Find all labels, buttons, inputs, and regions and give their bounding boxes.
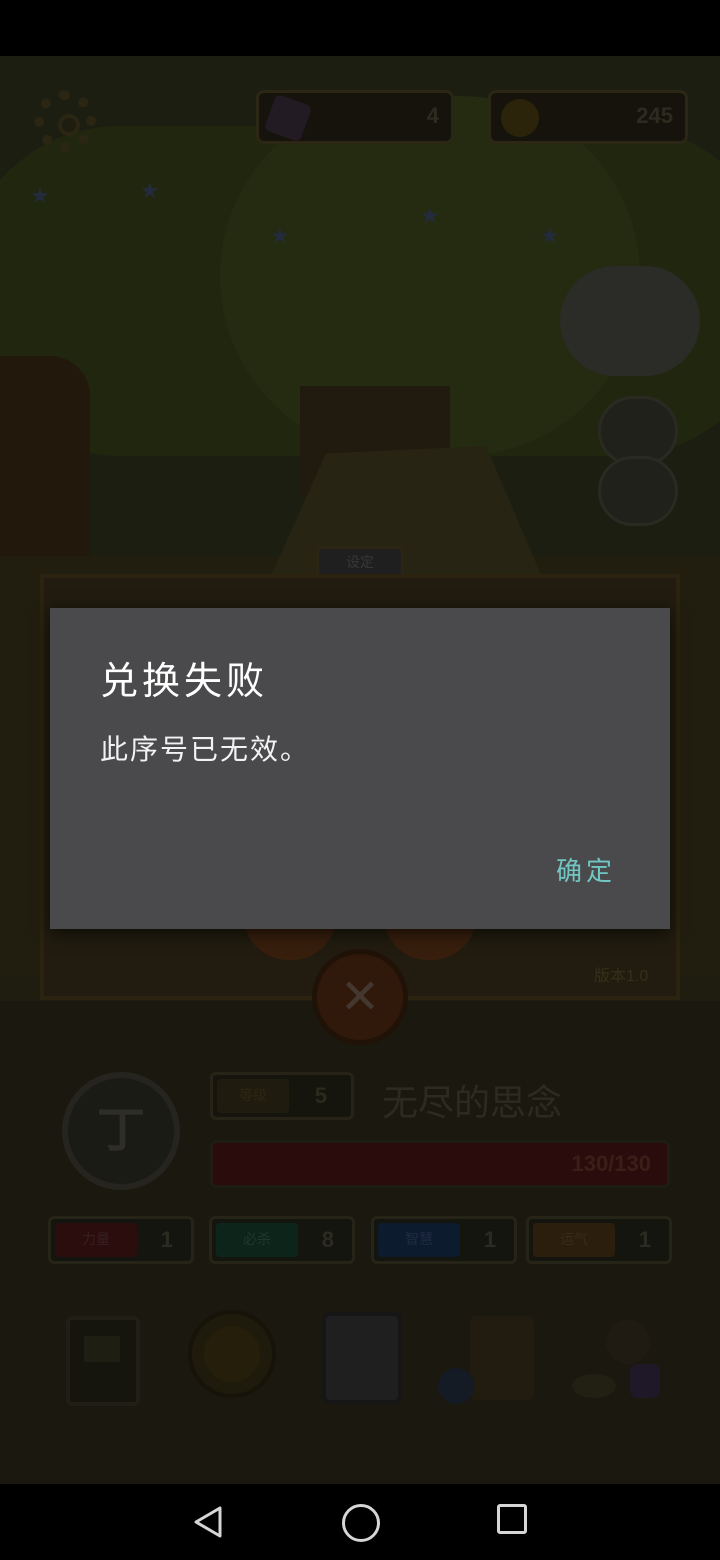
dialog-message: 此序号已无效。 [100, 733, 311, 766]
home-icon[interactable] [342, 1504, 380, 1542]
status-bar [0, 0, 720, 56]
confirm-button[interactable]: 确定 [538, 846, 634, 898]
back-icon[interactable] [190, 1504, 226, 1540]
redeem-failed-dialog: 兑换失败 此序号已无效。 确定 [50, 608, 670, 929]
navigation-bar [0, 1484, 720, 1560]
recent-apps-icon[interactable] [497, 1504, 527, 1534]
dialog-title: 兑换失败 [100, 659, 269, 703]
